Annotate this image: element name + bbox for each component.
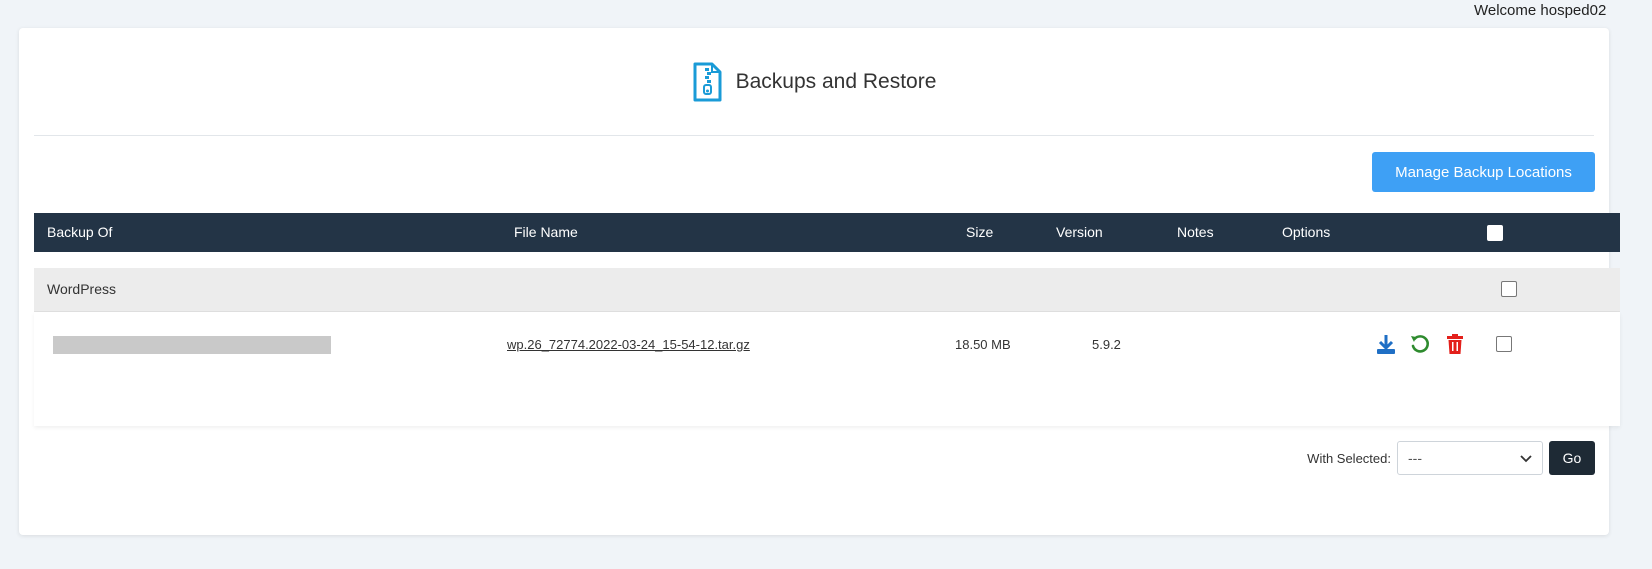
group-label: WordPress [47, 281, 116, 297]
header-size: Size [966, 224, 994, 240]
bulk-action-select[interactable]: --- [1397, 441, 1543, 475]
select-all-checkbox[interactable] [1487, 225, 1503, 241]
download-icon[interactable] [1375, 333, 1397, 355]
chevron-down-icon [1520, 450, 1532, 466]
backup-version: 5.9.2 [1092, 337, 1121, 352]
zip-file-icon [692, 61, 724, 103]
select-value: --- [1408, 450, 1422, 466]
trash-icon[interactable] [1444, 333, 1466, 355]
backups-table: Backup Of File Name Size Version Notes O… [34, 213, 1620, 426]
bulk-actions: With Selected: --- Go [1307, 441, 1595, 475]
page-title: Backups and Restore [735, 69, 937, 93]
redacted-backup-of [53, 336, 331, 354]
header-backup-of: Backup Of [47, 224, 113, 240]
with-selected-label: With Selected: [1307, 450, 1391, 466]
header-options: Options [1282, 224, 1331, 240]
header-notes: Notes [1177, 224, 1214, 240]
go-button[interactable]: Go [1549, 441, 1595, 475]
backups-card: Backups and Restore Manage Backup Locati… [19, 28, 1620, 535]
header-divider [34, 135, 1594, 136]
header-version: Version [1056, 224, 1103, 240]
backup-file-link[interactable]: wp.26_72774.2022-03-24_15-54-12.tar.gz [507, 337, 750, 352]
page-header: Backups and Restore [19, 28, 1609, 135]
group-row-wordpress: WordPress [34, 268, 1620, 312]
table-header: Backup Of File Name Size Version Notes O… [34, 213, 1620, 252]
table-row: wp.26_72774.2022-03-24_15-54-12.tar.gz 1… [34, 312, 1620, 426]
group-checkbox[interactable] [1501, 281, 1517, 297]
header-file-name: File Name [514, 224, 578, 240]
restore-icon[interactable] [1409, 333, 1431, 355]
backup-size: 18.50 MB [955, 337, 1011, 352]
manage-backup-locations-button[interactable]: Manage Backup Locations [1372, 152, 1595, 192]
row-checkbox[interactable] [1496, 336, 1512, 352]
welcome-message: Welcome hosped02 [1474, 2, 1607, 19]
